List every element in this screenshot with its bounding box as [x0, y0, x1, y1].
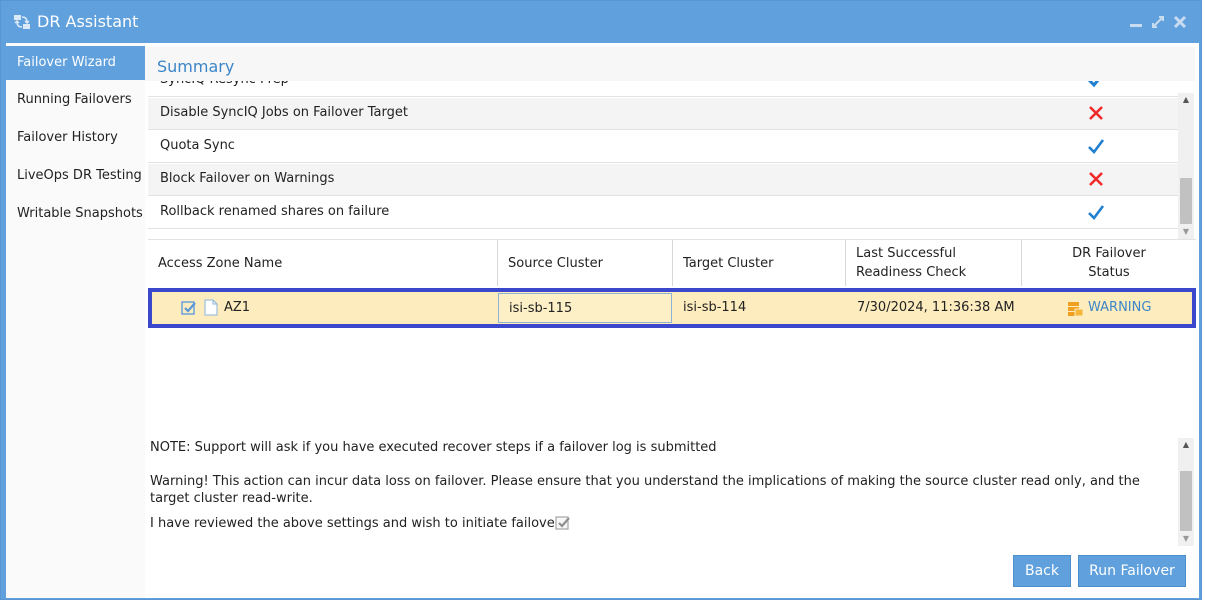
- notes-scrollbar[interactable]: ▲ ▼: [1178, 438, 1194, 546]
- sidebar: Failover Wizard Running Failovers Failov…: [6, 43, 145, 598]
- summary-header: Summary: [145, 47, 1195, 81]
- run-failover-button[interactable]: Run Failover: [1078, 555, 1186, 587]
- confirm-label: I have reviewed the above settings and w…: [150, 516, 565, 531]
- sidebar-item-running-failovers[interactable]: Running Failovers: [6, 81, 145, 119]
- setting-label: Block Failover on Warnings: [160, 171, 335, 186]
- column-header-dr-status[interactable]: DR Failover Status: [1022, 240, 1196, 286]
- support-note: NOTE: Support will ask if you have execu…: [150, 440, 717, 455]
- setting-label: Quota Sync: [160, 138, 235, 153]
- settings-list: SyncIQ Resync Prep Disable SyncIQ Jobs o…: [148, 81, 1178, 239]
- settings-scrollbar[interactable]: ▲ ▼: [1178, 93, 1194, 239]
- failover-swap-icon: [14, 15, 30, 29]
- scrollbar-thumb[interactable]: [1180, 178, 1192, 224]
- cross-icon: [1089, 172, 1103, 186]
- access-zone-name: AZ1: [224, 300, 251, 315]
- checkbox-checked-icon[interactable]: [181, 300, 197, 316]
- settings-row: Disable SyncIQ Jobs on Failover Target: [148, 98, 1178, 130]
- settings-row: Block Failover on Warnings: [148, 164, 1178, 196]
- dr-status-cell[interactable]: WARNING: [1088, 293, 1151, 323]
- sidebar-item-liveops-dr-testing[interactable]: LiveOps DR Testing: [6, 157, 145, 195]
- check-icon: [1087, 81, 1100, 88]
- window-title: DR Assistant: [37, 12, 139, 31]
- check-icon: [1088, 139, 1105, 154]
- scroll-down-arrow-icon[interactable]: ▼: [1178, 532, 1194, 546]
- window-controls: [1129, 15, 1187, 29]
- column-header-target-cluster[interactable]: Target Cluster: [673, 240, 846, 286]
- column-header-access-zone[interactable]: Access Zone Name: [148, 240, 498, 286]
- data-loss-warning: Warning! This action can incur data loss…: [150, 474, 1140, 506]
- scroll-down-arrow-icon[interactable]: ▼: [1178, 225, 1194, 239]
- back-button[interactable]: Back: [1013, 555, 1071, 587]
- table-row[interactable]: AZ1 isi-sb-115 isi-sb-114 7/30/2024, 11:…: [148, 288, 1196, 328]
- sidebar-item-writable-snapshots[interactable]: Writable Snapshots: [6, 195, 145, 233]
- setting-label: SyncIQ Resync Prep: [160, 81, 289, 87]
- zone-grid-header: Access Zone Name Source Cluster Target C…: [148, 239, 1196, 286]
- setting-label: Rollback renamed shares on failure: [160, 204, 390, 219]
- confirm-checkbox[interactable]: [555, 515, 572, 531]
- warning-status-icon: [1068, 302, 1084, 317]
- main-panel: Summary SyncIQ Resync Prep Disable SyncI…: [145, 43, 1199, 598]
- document-icon: [204, 299, 218, 316]
- target-cluster-cell: isi-sb-114: [683, 300, 747, 315]
- scrollbar-thumb[interactable]: [1180, 471, 1192, 531]
- cross-icon: [1089, 106, 1103, 120]
- window-body: Failover Wizard Running Failovers Failov…: [6, 43, 1199, 598]
- close-icon[interactable]: [1173, 15, 1187, 29]
- dr-assistant-window: DR Assistant Failover Wizard Running Fai…: [0, 0, 1202, 600]
- source-cluster-cell[interactable]: isi-sb-115: [498, 293, 672, 323]
- page-title: Summary: [157, 57, 235, 76]
- minimize-icon[interactable]: [1129, 15, 1143, 29]
- check-icon: [1088, 205, 1105, 220]
- scroll-up-arrow-icon[interactable]: ▲: [1178, 93, 1194, 107]
- setting-label: Disable SyncIQ Jobs on Failover Target: [160, 105, 408, 120]
- title-bar[interactable]: DR Assistant: [1, 1, 1201, 43]
- settings-row: Quota Sync: [148, 131, 1178, 163]
- settings-row: SyncIQ Resync Prep: [148, 81, 1178, 97]
- sidebar-item-failover-wizard[interactable]: Failover Wizard: [6, 46, 145, 80]
- column-header-source-cluster[interactable]: Source Cluster: [498, 240, 673, 286]
- last-check-cell: 7/30/2024, 11:36:38 AM: [857, 300, 1015, 315]
- column-header-last-check[interactable]: Last Successful Readiness Check: [846, 240, 1022, 286]
- maximize-icon[interactable]: [1151, 15, 1165, 29]
- notes-panel: NOTE: Support will ask if you have execu…: [145, 433, 1195, 545]
- scroll-up-arrow-icon[interactable]: ▲: [1178, 438, 1194, 452]
- settings-row: Rollback renamed shares on failure: [148, 197, 1178, 229]
- sidebar-item-failover-history[interactable]: Failover History: [6, 119, 145, 157]
